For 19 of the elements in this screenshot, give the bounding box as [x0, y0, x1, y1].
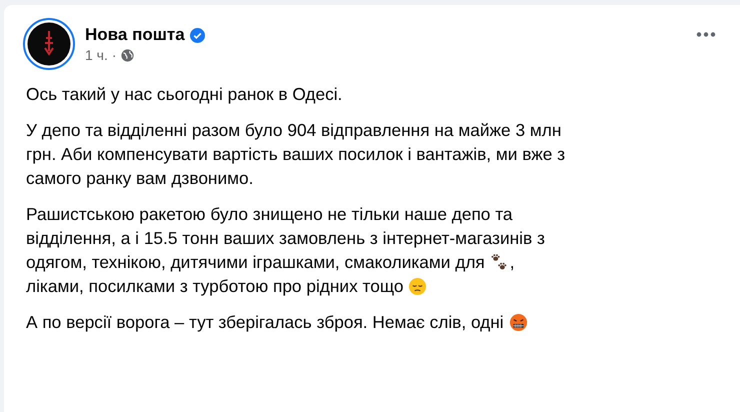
- post-text: грн. Аби компенсувати вартість ваших посилок і вантажів, ми вже з: [26, 143, 566, 166]
- paw-prints-icon: [490, 252, 509, 272]
- post-text: ,: [510, 251, 515, 274]
- post-text: А по версії ворога – тут зберігалась зброя. Немає слів, одні: [26, 311, 504, 334]
- separator-dot: ·: [112, 47, 117, 63]
- grimacing-face-icon: [508, 312, 528, 332]
- post-text: У депо та відділенні разом було 904 відправлення на майже 3 млн: [26, 119, 562, 142]
- post-time[interactable]: 1 ч.: [85, 47, 108, 63]
- post-text: Ось такий у нас сьогодні ранок в Одесі.: [26, 83, 342, 106]
- post-text: ліками, посилками з турботою про рідних тощо: [26, 275, 404, 298]
- avatar[interactable]: [23, 18, 75, 70]
- pensive-face-icon: [408, 276, 428, 296]
- more-icon: [696, 32, 716, 36]
- post-text: Рашистською ракетою було знищено не тільки наше депо та: [26, 203, 513, 226]
- post-text: одягом, технікою, дитячими іграшками, смаколиками для: [26, 251, 485, 274]
- post-text: самого ранку вам дзвонимо.: [26, 167, 254, 190]
- page-name[interactable]: Нова пошта: [85, 25, 185, 45]
- post-text: відділення, а і 15.5 тонн ваших замовлень з інтернет-магазинів з: [26, 227, 545, 250]
- globe-icon: [120, 48, 134, 62]
